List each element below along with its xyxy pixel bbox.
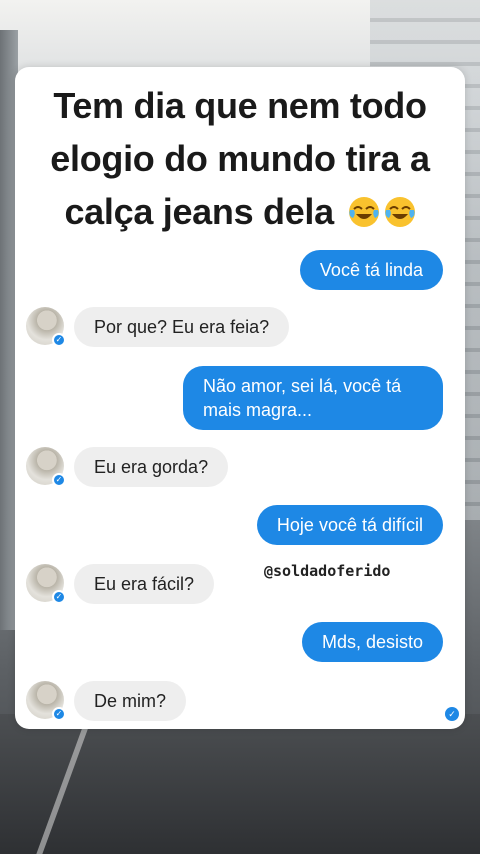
face-with-tears-of-joy-icon: [348, 196, 380, 228]
contact-avatar: ✓: [26, 681, 66, 721]
messenger-badge-icon: ✓: [52, 590, 66, 604]
seen-check-icon: ✓: [445, 707, 459, 721]
contact-avatar: ✓: [26, 307, 66, 347]
messenger-badge-icon: ✓: [52, 333, 66, 347]
outgoing-message: Mds, desisto: [301, 622, 443, 662]
incoming-message: Eu era fácil?: [74, 564, 215, 604]
road: [0, 714, 480, 854]
incoming-message: Eu era gorda?: [74, 447, 229, 487]
outgoing-message: Você tá linda: [299, 250, 443, 290]
meme-headline: Tem dia que nem todo elogio do mundo tir…: [15, 79, 465, 238]
incoming-message: De mim?: [74, 681, 187, 721]
outgoing-message: Não amor, sei lá, você tá mais magra...: [183, 366, 443, 430]
messenger-badge-icon: ✓: [52, 473, 66, 487]
contact-avatar: ✓: [26, 564, 66, 604]
incoming-message: Por que? Eu era feia?: [74, 307, 290, 347]
messenger-badge-icon: ✓: [52, 707, 66, 721]
watermark: @soldadoferido: [264, 562, 391, 580]
face-with-tears-of-joy-icon: [384, 196, 416, 228]
contact-avatar: ✓: [26, 447, 66, 487]
outgoing-message: Hoje você tá difícil: [256, 505, 443, 545]
meme-card: Tem dia que nem todo elogio do mundo tir…: [15, 67, 465, 729]
